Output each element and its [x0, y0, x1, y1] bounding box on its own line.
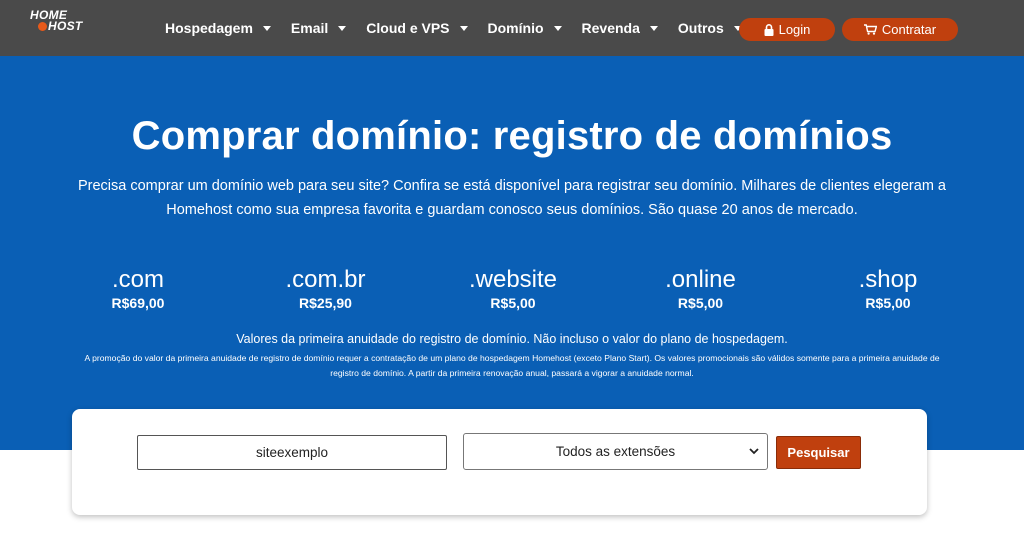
caret-down-icon [553, 25, 562, 31]
caret-down-icon [338, 25, 347, 31]
domain-search-card: Todos as extensões Pesquisar [72, 409, 927, 515]
chevron-down-icon [749, 448, 759, 455]
main-menu: Hospedagem Email Cloud e VPS Domínio Rev… [165, 0, 762, 56]
tld-price: R$5,00 [490, 295, 536, 311]
menu-item-label: Cloud e VPS [366, 20, 450, 36]
tld-price: R$69,00 [111, 295, 165, 311]
extension-select-value: Todos as extensões [555, 444, 676, 459]
domain-search-input[interactable] [137, 435, 447, 470]
menu-item-label: Domínio [487, 20, 544, 36]
menu-item-label: Outros [677, 20, 724, 36]
menu-item-label: Revenda [581, 20, 640, 36]
login-label: Login [778, 22, 811, 37]
lock-icon [764, 23, 774, 36]
logo-text-bottom-row: HOST [30, 19, 94, 33]
tld-item-shop: .shop R$5,00 [798, 266, 978, 311]
search-button[interactable]: Pesquisar [776, 436, 861, 469]
menu-item-label: Email [290, 20, 329, 36]
tld-price: R$5,00 [865, 295, 911, 311]
menu-item-label: Hospedagem [165, 20, 253, 36]
menu-item-hospedagem[interactable]: Hospedagem [165, 20, 271, 36]
tld-name: .com [111, 266, 164, 293]
caret-down-icon [459, 25, 468, 31]
logo-text-bottom: HOST [48, 19, 83, 33]
contratar-button[interactable]: Contratar [842, 18, 958, 41]
menu-item-email[interactable]: Email [290, 20, 347, 36]
tld-name: .website [468, 266, 558, 293]
tld-name: .online [665, 266, 736, 293]
tld-item-com-br: .com.br R$25,90 [236, 266, 416, 311]
caret-down-icon [649, 25, 658, 31]
tld-price: R$25,90 [299, 295, 352, 311]
page-title: Comprar domínio: registro de domínios [131, 114, 893, 158]
tld-name: .shop [858, 266, 918, 293]
tld-item-online: .online R$5,00 [611, 266, 791, 311]
menu-item-cloud-vps[interactable]: Cloud e VPS [366, 20, 468, 36]
contratar-label: Contratar [881, 22, 937, 37]
hero-description: Precisa comprar um domínio web para seu … [77, 178, 946, 218]
tld-price: R$5,00 [677, 295, 724, 311]
tld-item-com: .com R$69,00 [48, 266, 228, 311]
cart-icon [863, 24, 877, 35]
logo-dot-icon [38, 22, 47, 31]
caret-down-icon [262, 25, 271, 31]
homehost-logo[interactable]: HOME HOST [30, 9, 94, 36]
menu-item-outros[interactable]: Outros [678, 20, 742, 36]
pricing-note: Valores da primeira anuidade do registro… [236, 332, 788, 346]
tld-price-list: .com R$69,00 .com.br R$25,90 .website R$… [48, 266, 978, 311]
menu-item-dominio[interactable]: Domínio [488, 20, 562, 36]
login-button[interactable]: Login [739, 18, 835, 41]
extension-select[interactable]: Todos as extensões [463, 433, 768, 470]
menu-item-revenda[interactable]: Revenda [582, 20, 658, 36]
top-navbar: HOME HOST Hospedagem Email Cloud e VPS D… [0, 0, 1024, 56]
tld-name: .com.br [285, 266, 366, 293]
tld-item-website: .website R$5,00 [423, 266, 603, 311]
promo-fine-print: A promoção do valor da primeira anuidade… [84, 353, 940, 378]
hero-section: Comprar domínio: registro de domínios Pr… [0, 56, 1024, 450]
